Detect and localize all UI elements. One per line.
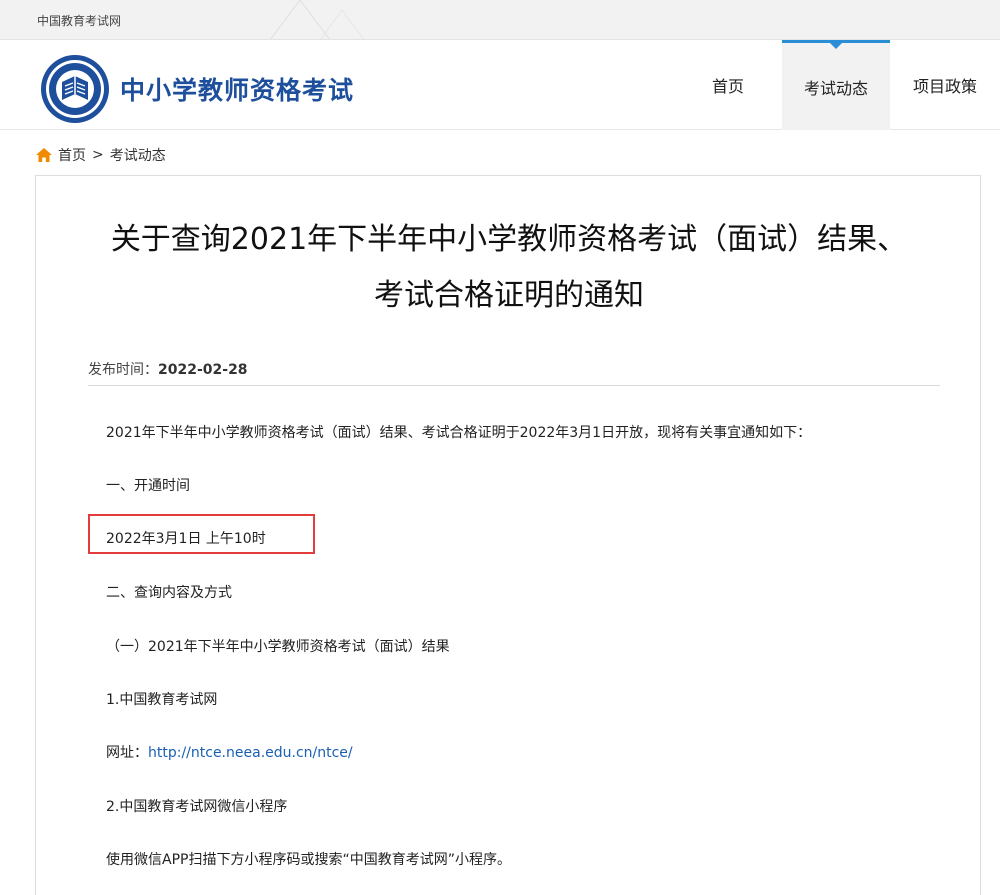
- title-divider: [88, 385, 940, 386]
- logo-emblem-icon[interactable]: [40, 54, 110, 124]
- breadcrumb-separator: >: [92, 147, 104, 163]
- subsection1-heading: （一）2021年下半年中小学教师资格考试（面试）结果: [106, 639, 450, 655]
- nav-news-active[interactable]: 考试动态: [782, 40, 890, 130]
- top-site-name[interactable]: 中国教育考试网: [37, 12, 121, 29]
- ntce-url-link[interactable]: http://ntce.neea.edu.cn/ntce/: [148, 745, 353, 761]
- url-label: 网址：: [106, 745, 148, 761]
- main-nav: 首页 考试动态 项目政策: [674, 40, 1000, 130]
- topbar-decoration: [270, 0, 364, 39]
- brand-title[interactable]: 中小学教师资格考试: [120, 71, 354, 107]
- breadcrumb: 首页 > 考试动态: [36, 145, 166, 165]
- home-icon[interactable]: [36, 148, 52, 162]
- article-title-line2: 考试合格证明的通知: [374, 278, 644, 313]
- item1-text: 1.中国教育考试网: [106, 692, 218, 708]
- section1-heading: 一、开通时间: [106, 478, 190, 494]
- nav-home[interactable]: 首页: [674, 40, 782, 130]
- nav-active-indicator: [830, 43, 842, 49]
- publish-label: 发布时间：: [88, 362, 158, 378]
- nav-policy[interactable]: 项目政策: [890, 40, 1000, 130]
- breadcrumb-home[interactable]: 首页: [58, 145, 86, 165]
- article-title-line1: 关于查询2021年下半年中小学教师资格考试（面试）结果、: [110, 222, 908, 257]
- wechat-instruction: 使用微信APP扫描下方小程序码或搜索“中国教育考试网”小程序。: [106, 852, 511, 868]
- publish-date: 2022-02-28: [158, 362, 248, 378]
- item2-text: 2.中国教育考试网微信小程序: [106, 799, 288, 815]
- section2-heading: 二、查询内容及方式: [106, 585, 232, 601]
- intro-paragraph: 2021年下半年中小学教师资格考试（面试）结果、考试合格证明于2022年3月1日…: [106, 425, 812, 441]
- url-line: 网址：http://ntce.neea.edu.cn/ntce/: [106, 742, 353, 762]
- breadcrumb-current[interactable]: 考试动态: [110, 145, 166, 165]
- open-time-text: 2022年3月1日 上午10时: [106, 531, 266, 547]
- nav-news-label: 考试动态: [803, 78, 868, 98]
- top-bar: 中国教育考试网: [0, 0, 1000, 40]
- article-title: 关于查询2021年下半年中小学教师资格考试（面试）结果、 考试合格证明的通知: [36, 212, 982, 324]
- article-card: 关于查询2021年下半年中小学教师资格考试（面试）结果、 考试合格证明的通知 发…: [35, 175, 981, 895]
- site-header: 中小学教师资格考试 首页 考试动态 项目政策: [0, 40, 1000, 130]
- publish-meta: 发布时间：2022-02-28: [88, 359, 248, 379]
